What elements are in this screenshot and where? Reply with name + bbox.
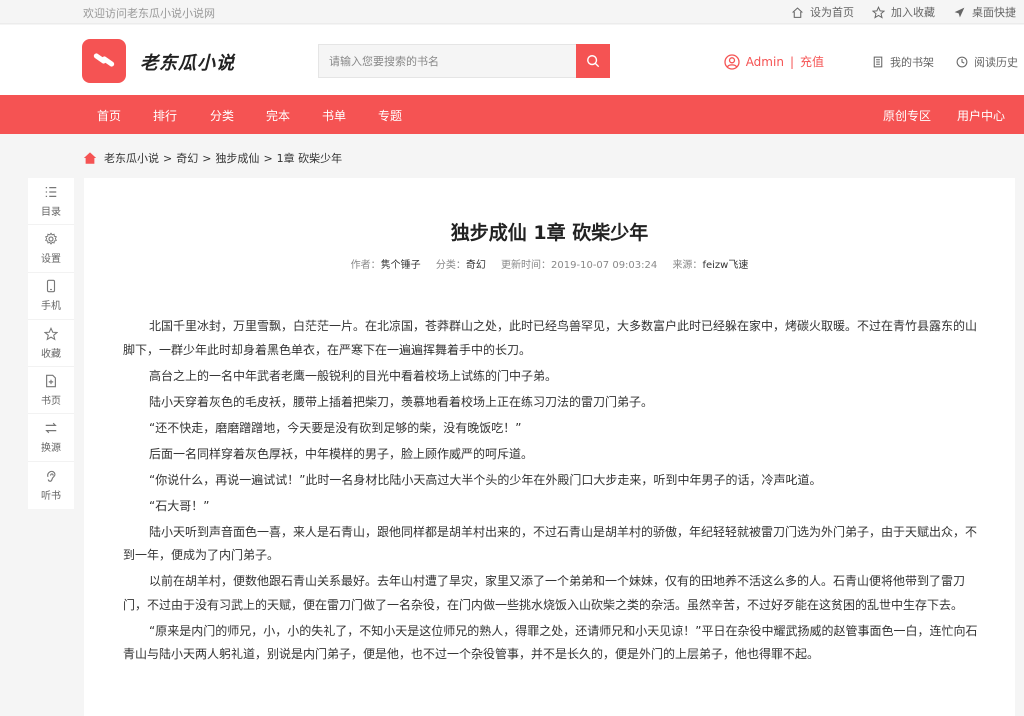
top-bar: 欢迎访问老东瓜小说小说网 设为首页 加入收藏 桌面快捷 [0,0,1024,24]
meta-author: 作者：隽个锤子 [351,260,421,271]
paragraph: 陆小天穿着灰色的毛皮袄，腰带上插着把柴刀，羡慕地看着校场上正在练习刀法的雷刀门弟… [149,394,654,409]
main-nav: 首页 排行 分类 完本 书单 专题 原创专区 用户中心 [0,95,1024,134]
chapter-title: 独步成仙 1章 砍柴少年 [450,222,649,244]
breadcrumb-home-icon [83,152,97,164]
side-item-label: 手机 [41,301,61,313]
nav-booklist[interactable]: 书单 [322,107,346,124]
welcome-text: 欢迎访问老东瓜小说小说网 [83,7,215,20]
paragraph: 后面一名同样穿着灰色厚袄，中年模样的男子，脸上顾作威严的呵斥道。 [149,446,534,461]
header-right: Admin | 充值 我的书架 阅读历史 [724,53,1018,70]
breadcrumb-separator: > [163,151,173,165]
paragraph: “原来是内门的师兄，小，小的失礼了，不知小天是这位师兄的熟人，得罪之处，还请师兄… [123,623,978,662]
meta-category: 分类：奇幻 [436,260,486,271]
side-item-label: 收藏 [41,348,61,360]
add-favorite-link[interactable]: 加入收藏 [872,4,935,20]
nav-ranking[interactable]: 排行 [153,107,177,124]
side-item-favorite[interactable]: 收藏 [28,320,74,368]
swap-icon [45,422,57,434]
meta-updated-label: 更新时间： [501,260,552,271]
side-item-label: 听书 [41,490,61,502]
chapter-content: 独步成仙 1章 砍柴少年 作者：隽个锤子 分类：奇幻 更新时间：2019-10-… [84,178,1015,716]
nav-user-center[interactable]: 用户中心 [957,107,1005,124]
gear-icon [45,232,57,245]
phone-icon [46,279,56,293]
star-icon [44,326,58,341]
side-item-mobile[interactable]: 手机 [28,273,74,320]
nav-completed[interactable]: 完本 [266,107,290,124]
paragraph: 高台之上的一名中年武者老鹰一般锐利的目光中看着校场上试练的门中子弟。 [149,368,558,383]
send-icon [954,7,965,17]
breadcrumb-book[interactable]: 独步成仙 [215,150,259,166]
meta-updated: 更新时间：2019-10-07 09:03:24 [501,260,657,271]
paragraph: “还不快走，磨磨蹭蹭地，今天要是没有砍到足够的柴，没有晚饭吃！” [149,420,522,435]
nav-home[interactable]: 首页 [97,107,121,124]
desktop-shortcut-label: 桌面快捷 [972,6,1016,19]
side-item-book-page[interactable]: 书页 [28,367,74,415]
user-area: Admin | 充值 [724,53,824,70]
search-icon [587,55,600,68]
paragraph: “你说什么，再说一遍试试！”此时一名身材比陆小天高过大半个头的少年在外殿门口大步… [149,472,822,487]
meta-author-value[interactable]: 隽个锤子 [381,260,421,271]
side-item-listen[interactable]: 听书 [28,462,74,509]
user-icon [724,53,740,70]
side-toolbar: 目录 设置 手机 收藏 书页 换源 听书 [28,178,74,509]
meta-source-value: feizw飞速 [702,260,749,271]
listen-icon [47,470,56,482]
meta-category-value[interactable]: 奇幻 [466,260,486,271]
side-item-switch-source[interactable]: 换源 [28,414,74,462]
reading-history-link[interactable]: 阅读历史 [956,54,1018,70]
nav-topics[interactable]: 专题 [378,107,402,124]
bookshelf-link[interactable]: 我的书架 [872,54,934,70]
search-bar [318,44,610,78]
meta-source: 来源：feizw飞速 [672,260,748,271]
breadcrumb-chapter: 1章 砍柴少年 [276,152,343,165]
add-favorite-label: 加入收藏 [891,6,935,19]
bookshelf-icon [873,56,883,67]
breadcrumb-category[interactable]: 奇幻 [176,150,198,166]
side-item-settings[interactable]: 设置 [28,225,74,273]
paragraph: 以前在胡羊村，便数他跟石青山关系最好。去年山村遭了旱灾，家里又添了一个弟弟和一个… [123,574,966,612]
search-input[interactable] [318,44,576,78]
site-logo[interactable] [82,39,126,83]
logo-icon [93,53,115,67]
meta-updated-value: 2019-10-07 09:03:24 [551,260,658,271]
side-item-label: 换源 [41,443,61,455]
top-links: 设为首页 加入收藏 桌面快捷 [791,4,1016,20]
meta-author-label: 作者： [350,260,381,271]
user-separator: | [789,54,794,69]
desktop-shortcut-link[interactable]: 桌面快捷 [953,4,1016,20]
chapter-text: 北国千里冰封，万里雪飘，白茫茫一片。在北凉国，苍莽群山之处，此时已经鸟兽罕见，大… [123,315,978,669]
search-button[interactable] [576,44,610,78]
meta-category-label: 分类： [435,260,466,271]
home-icon [792,6,803,18]
breadcrumb-separator: > [202,151,212,165]
nav-original[interactable]: 原创专区 [883,107,931,124]
nav-category[interactable]: 分类 [210,107,234,124]
paragraph: 北国千里冰封，万里雪飘，白茫茫一片。在北凉国，苍莽群山之处，此时已经鸟兽罕见，大… [123,319,978,357]
logo-text[interactable]: 老东瓜小说 [140,49,235,75]
breadcrumb-site[interactable]: 老东瓜小说 [104,150,159,166]
star-icon [872,5,885,19]
breadcrumb-separator: > [263,151,273,165]
breadcrumb: 老东瓜小说 > 奇幻 > 独步成仙 > 1章 砍柴少年 [83,150,342,166]
user-name-link[interactable]: Admin [746,55,784,69]
side-item-label: 目录 [41,206,61,218]
side-item-catalog[interactable]: 目录 [28,178,74,226]
paragraph: “石大哥！” [149,498,210,513]
list-icon [45,186,57,197]
set-homepage-link[interactable]: 设为首页 [791,4,854,20]
recharge-link[interactable]: 充值 [800,53,824,70]
site-header: 老东瓜小说 Admin | 充值 我的书架 阅读历史 [0,25,1024,95]
paragraph: 陆小天听到声音面色一喜，来人是石青山，跟他同样都是胡羊村出来的，不过石青山是胡羊… [123,524,978,563]
clock-icon [956,56,968,67]
meta-source-label: 来源： [672,260,703,271]
book-page-icon [46,374,56,388]
side-item-label: 书页 [41,395,61,407]
reading-history-label: 阅读历史 [974,55,1018,69]
set-homepage-label: 设为首页 [810,6,854,19]
chapter-meta: 作者：隽个锤子 分类：奇幻 更新时间：2019-10-07 09:03:24 来… [84,256,1015,271]
bookshelf-label: 我的书架 [890,55,934,69]
side-item-label: 设置 [41,253,61,265]
